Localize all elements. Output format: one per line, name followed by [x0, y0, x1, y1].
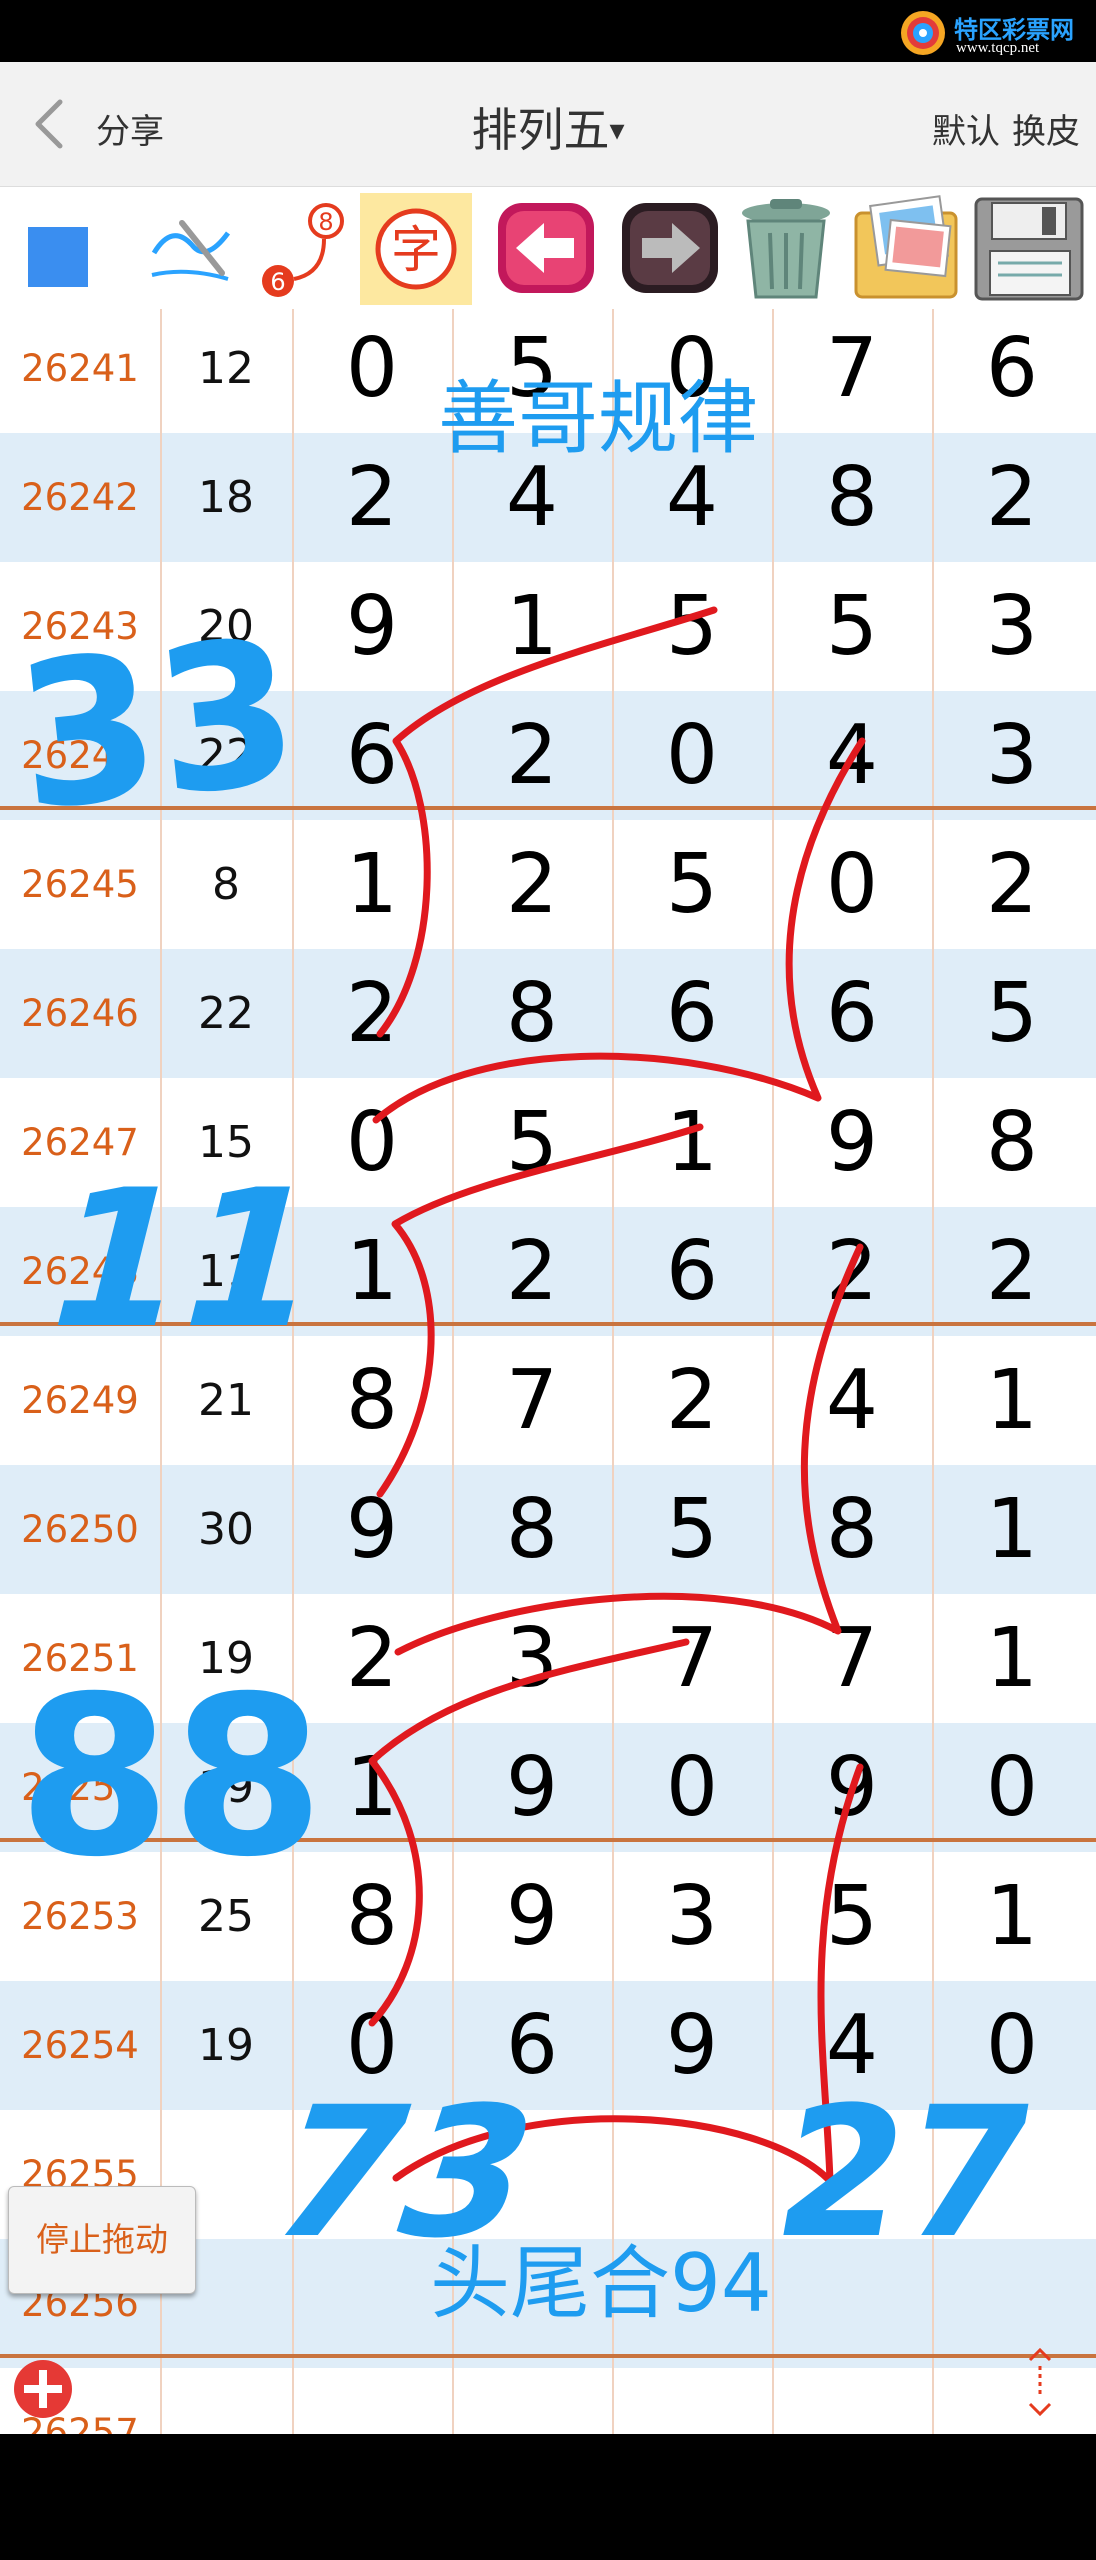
undo-icon[interactable] [490, 193, 602, 305]
annotation-mark-33: 33 [6, 595, 308, 856]
nav-bar: 分享 排列五▾ 默认 换皮 [0, 62, 1096, 187]
stop-drag-button[interactable]: 停止拖动 [8, 2186, 196, 2294]
scroll-handle-icon[interactable] [1020, 2344, 1060, 2420]
save-disk-icon[interactable] [970, 193, 1090, 305]
watermark-url: www.tqcp.net [956, 40, 1040, 56]
right-actions: 默认 换皮 [920, 104, 1080, 153]
default-button[interactable]: 默认 [932, 112, 1000, 152]
redo-icon[interactable] [614, 193, 726, 305]
text-tool-icon[interactable]: 字 [360, 193, 472, 305]
number-link-tool-icon[interactable]: 8 6 [246, 193, 358, 305]
color-square-tool-icon[interactable] [0, 193, 112, 305]
annotation-mark-11: 11 [24, 1149, 344, 1370]
photo-album-icon[interactable] [848, 193, 968, 305]
watermark: 特区彩票网 www.tqcp.net [898, 6, 1088, 60]
change-skin-button[interactable]: 换皮 [1012, 112, 1080, 152]
data-grid: 26241 12 0 5 0 7 6 26242 18 2 4 4 8 2 26243 20 9 1 5 5 3 2624… [0, 309, 1096, 2434]
dropdown-caret-icon: ▾ [609, 113, 625, 148]
lottery-title: 排列五 [471, 103, 610, 157]
text-tool-char: 字 [391, 221, 441, 279]
annotation-mark-27: 27 [761, 2069, 1049, 2278]
drawing-toolbar: 8 6 字 [0, 187, 1096, 309]
trash-icon[interactable] [726, 193, 846, 305]
annotation-mark-88: 88 [18, 1649, 325, 1905]
status-bar: 特区彩票网 www.tqcp.net [0, 0, 1096, 62]
badge-top: 8 [318, 208, 333, 236]
add-plus-icon[interactable] [12, 2358, 74, 2420]
system-bottom-bar [0, 2434, 1096, 2560]
pen-tool-icon[interactable] [132, 193, 244, 305]
badge-bottom: 6 [270, 268, 285, 296]
annotation-title: 善哥规律 [438, 372, 758, 465]
watermark-logo-icon [901, 11, 945, 55]
